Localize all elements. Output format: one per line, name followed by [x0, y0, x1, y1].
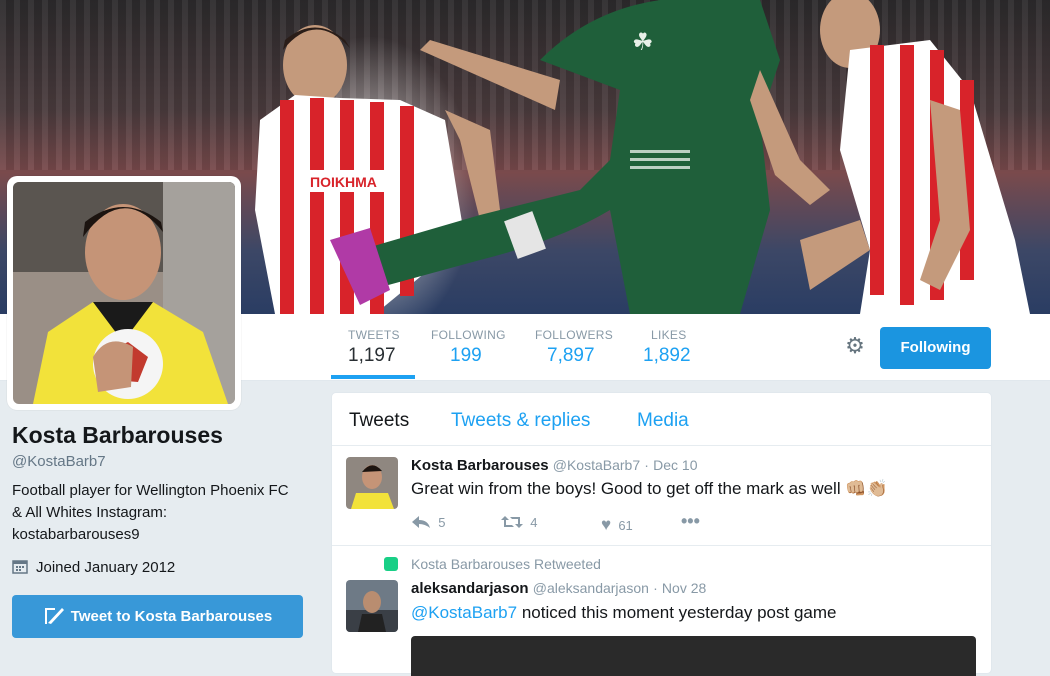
reply-count: 5 — [438, 515, 446, 530]
tweet-author[interactable]: aleksandarjason — [411, 580, 529, 597]
banner-player-right — [800, 0, 1030, 314]
reply-action[interactable]: 5 — [411, 515, 445, 530]
following-button[interactable]: Following — [880, 327, 991, 369]
tweet-author[interactable]: Kosta Barbarouses — [411, 457, 549, 474]
tab-tweets[interactable]: Tweets — [349, 410, 409, 432]
joined-text: Joined January 2012 — [36, 559, 176, 576]
tweet-date[interactable]: Dec 10 — [653, 457, 697, 473]
svg-text:☘: ☘ — [632, 29, 654, 56]
tweet-body: Great win from the boys! Good to get off… — [411, 479, 841, 498]
tab-tweets-replies[interactable]: Tweets & replies — [451, 410, 590, 432]
stat-value: 1,197 — [348, 345, 396, 366]
tweet-text: Great win from the boys! Good to get off… — [411, 479, 888, 499]
profile-handle[interactable]: @KostaBarb7 — [12, 453, 106, 470]
tweet-to-button[interactable]: Tweet to Kosta Barbarouses — [12, 595, 303, 638]
more-icon[interactable]: ••• — [681, 511, 700, 532]
tweet-dot: · — [653, 580, 658, 596]
retweet-action[interactable]: 4 — [501, 515, 537, 530]
tweet-header: aleksandarjason @aleksandarjason · Nov 2… — [411, 580, 706, 597]
stat-value: 7,897 — [547, 345, 595, 366]
like-action[interactable]: ♥ 61 — [601, 515, 633, 535]
calendar-icon — [12, 560, 28, 574]
stat-tweets[interactable]: TWEETS 1,197 — [348, 328, 400, 367]
timeline-tabs: Tweets Tweets & replies Media — [332, 393, 991, 446]
joined-date: Joined January 2012 — [12, 559, 175, 576]
tweet-dot: · — [644, 457, 649, 473]
retweet-icon — [501, 516, 523, 528]
emoji-icons: 👊🏼👏🏼 — [845, 479, 888, 498]
tweet-mention[interactable]: @KostaBarb7 — [411, 603, 517, 622]
tweet-handle[interactable]: @KostaBarb7 — [553, 457, 640, 473]
banner-player-center: ☘ — [330, 0, 830, 314]
like-count: 61 — [618, 518, 633, 533]
heart-icon: ♥ — [601, 515, 612, 534]
tweet-avatar[interactable] — [346, 457, 398, 509]
stat-value: 199 — [450, 345, 482, 366]
gear-icon[interactable]: ⚙ — [843, 334, 867, 358]
tweet-avatar[interactable] — [346, 580, 398, 632]
tweet-body: noticed this moment yesterday post game — [517, 603, 837, 622]
tweet-avatar-image — [346, 457, 398, 509]
stat-likes[interactable]: LIKES 1,892 — [643, 328, 691, 367]
stat-label: FOLLOWING — [431, 328, 506, 342]
active-tab-underline — [331, 375, 415, 379]
tweet-text: @KostaBarb7 noticed this moment yesterda… — [411, 603, 836, 623]
profile-bio: Football player for Wellington Phoenix F… — [12, 482, 289, 543]
stat-value: 1,892 — [643, 345, 691, 366]
tweet-date[interactable]: Nov 28 — [662, 580, 706, 596]
tab-media[interactable]: Media — [637, 410, 689, 432]
retweet-badge-icon — [384, 557, 398, 571]
tweet-separator — [332, 545, 991, 546]
stat-label: FOLLOWERS — [535, 328, 614, 342]
stat-followers[interactable]: FOLLOWERS 7,897 — [535, 328, 613, 367]
stat-following[interactable]: FOLLOWING 199 — [431, 328, 506, 367]
reply-icon — [412, 516, 430, 528]
tweet-handle[interactable]: @aleksandarjason — [533, 580, 649, 596]
profile-name: Kosta Barbarouses — [12, 422, 223, 448]
avatar-image — [13, 182, 235, 404]
profile-avatar[interactable] — [7, 176, 241, 410]
tweet-avatar-image — [346, 580, 398, 632]
stat-label: TWEETS — [348, 328, 400, 342]
retweet-count: 4 — [530, 515, 538, 530]
retweeted-by[interactable]: Kosta Barbarouses Retweeted — [411, 556, 601, 572]
tweet-header: Kosta Barbarouses @KostaBarb7 · Dec 10 — [411, 457, 697, 474]
tweet-to-label: Tweet to Kosta Barbarouses — [70, 608, 273, 625]
tweet-media[interactable] — [411, 636, 976, 676]
stat-label: LIKES — [651, 328, 687, 342]
compose-icon — [44, 608, 64, 624]
timeline: Tweets Tweets & replies Media Kosta Barb… — [331, 392, 992, 676]
